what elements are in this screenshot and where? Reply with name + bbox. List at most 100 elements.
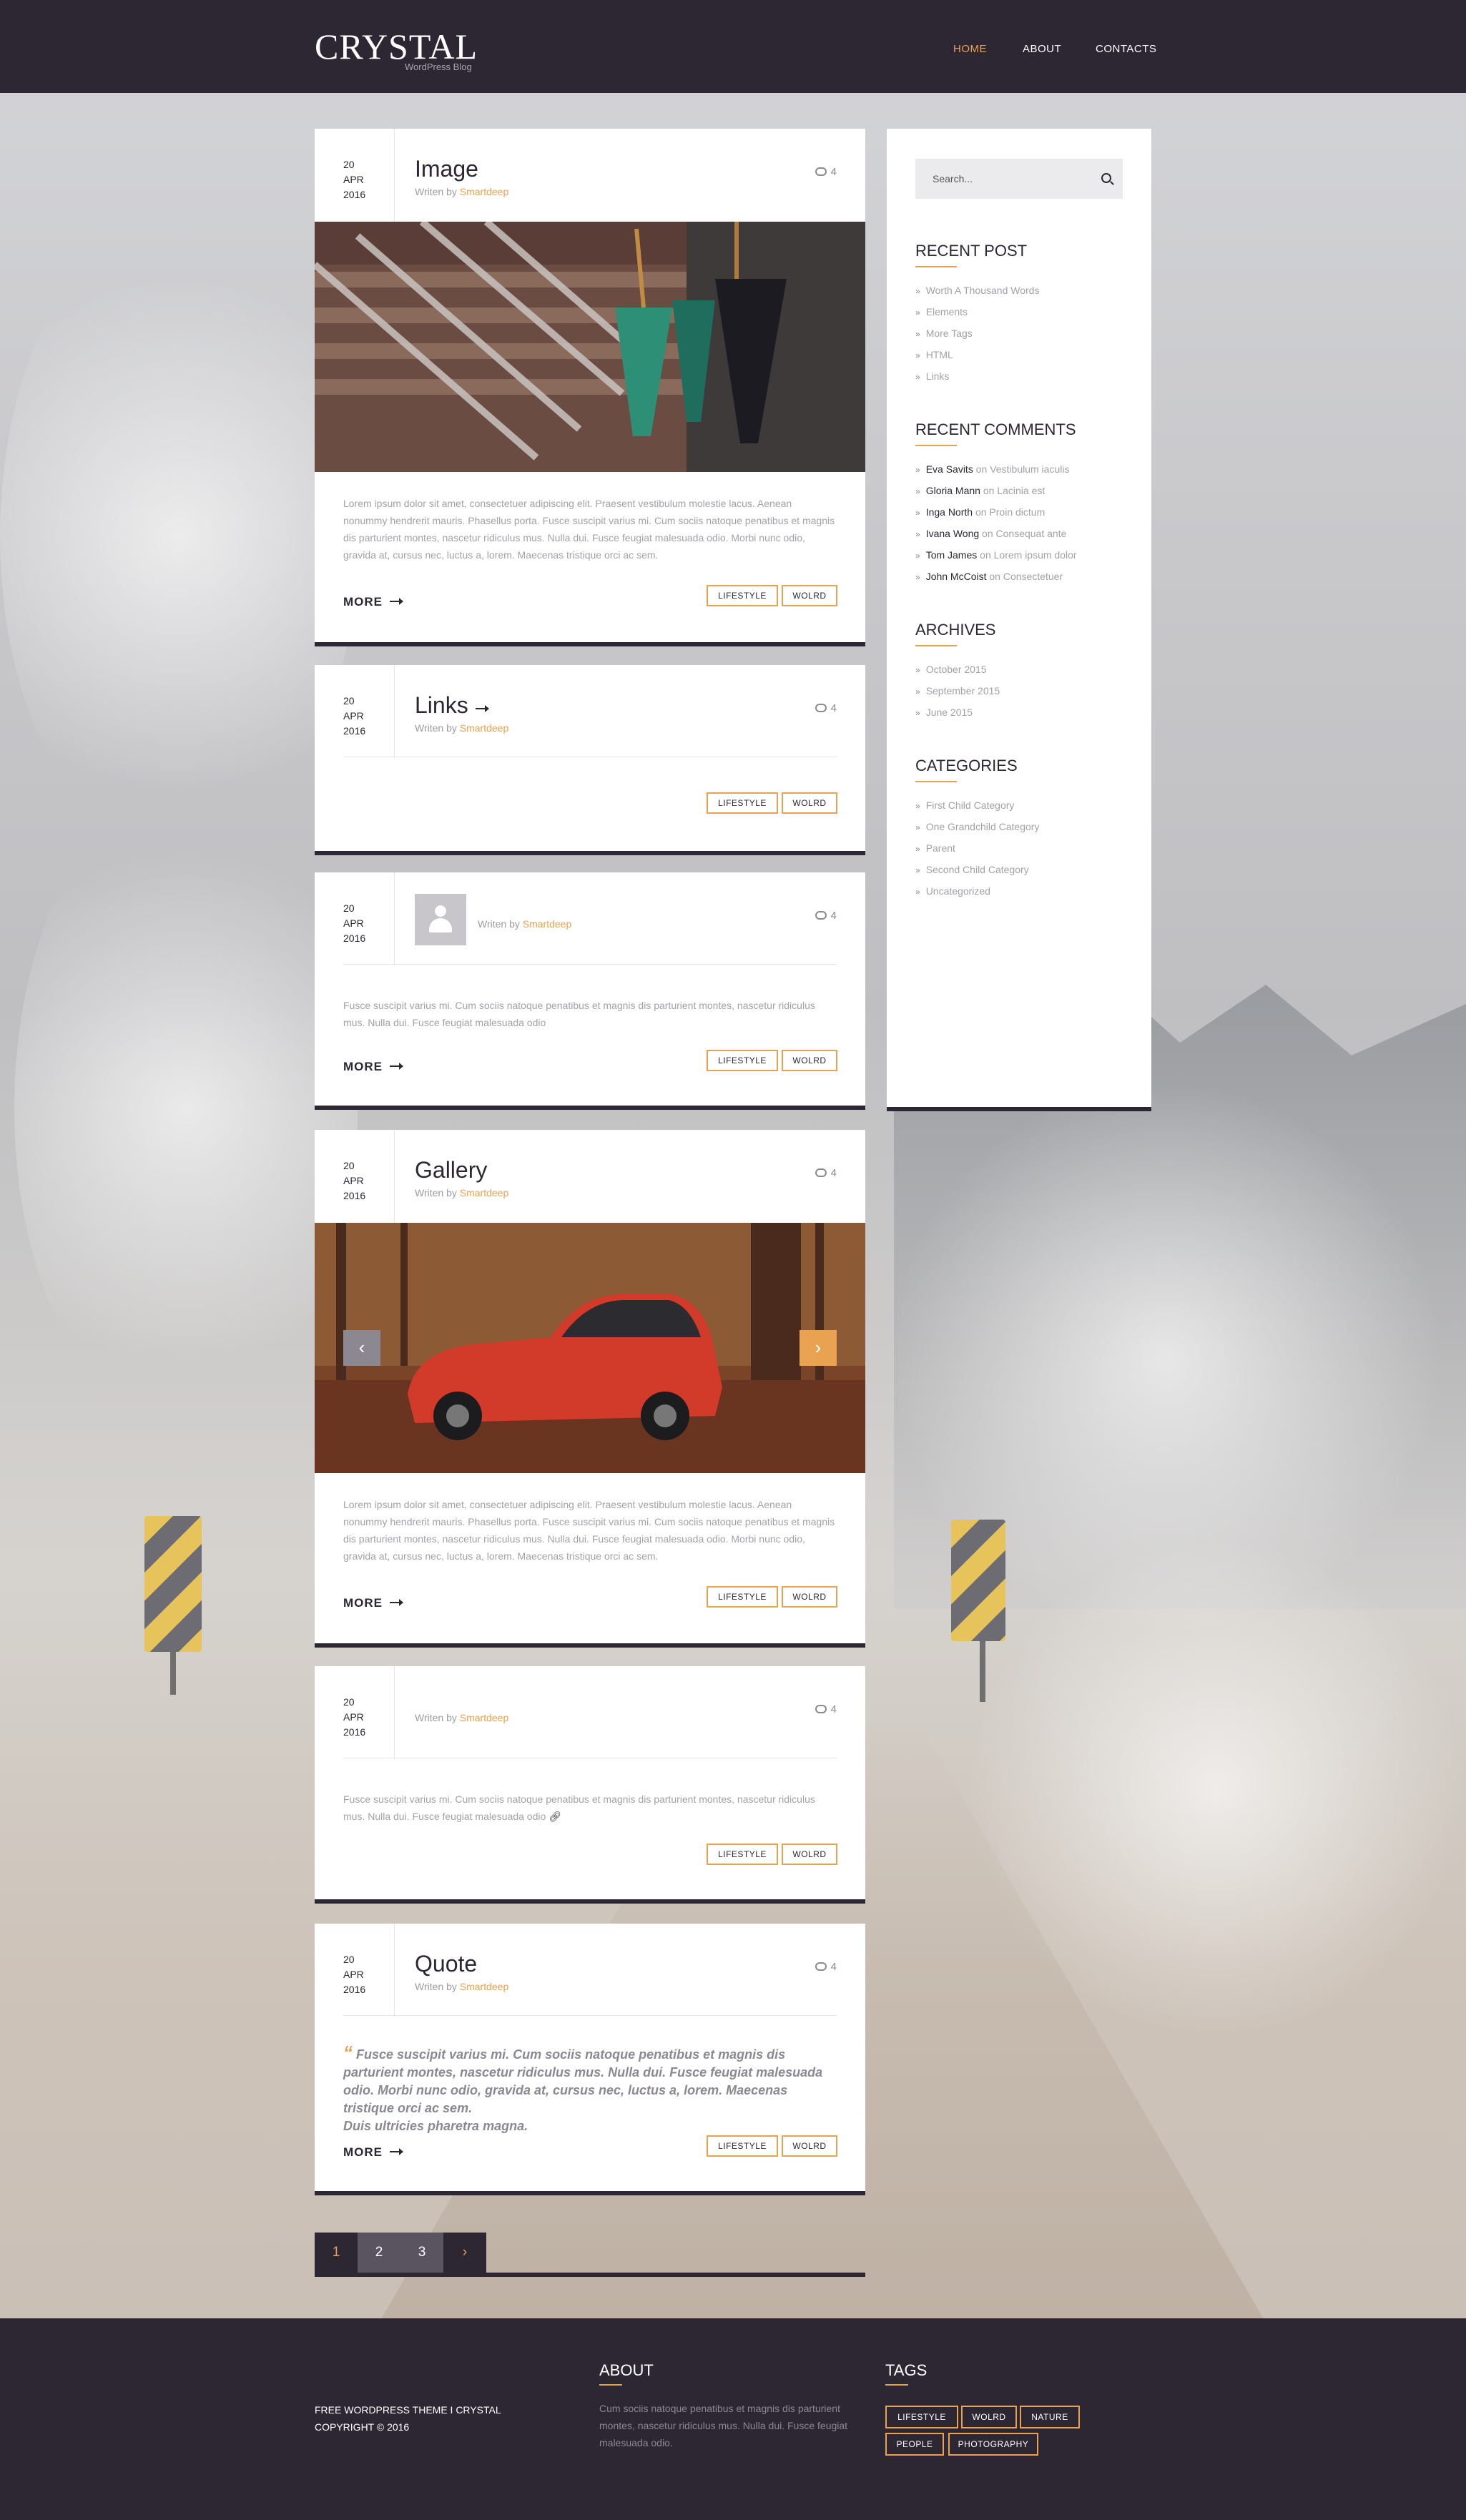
recent-comment-item[interactable]: » Eva Savits on Vestibulum iaculis — [915, 463, 1069, 475]
comment-icon — [815, 704, 827, 712]
chevron-right-icon: » — [915, 486, 920, 496]
post-title[interactable]: Links — [415, 692, 489, 719]
category-item[interactable]: » First Child Category — [915, 799, 1014, 811]
comment-count[interactable]: 4 — [815, 1703, 837, 1716]
recent-comment-item[interactable]: » Tom James on Lorem ipsum dolor — [915, 549, 1077, 561]
recent-post-item[interactable]: » More Tags — [915, 328, 973, 339]
footer-tag-lifestyle[interactable]: LIFESTYLE — [885, 2406, 958, 2428]
chevron-right-icon: » — [915, 329, 920, 339]
recent-post-item[interactable]: » Links — [915, 370, 949, 382]
gallery-prev-button[interactable]: ‹ — [343, 1330, 380, 1366]
comment-count[interactable]: 4 — [815, 702, 837, 714]
sidebar: Search... RECENT POST » Worth A Thousand … — [887, 129, 1151, 1111]
widget-underline — [915, 445, 957, 446]
footer-tag-nature[interactable]: NATURE — [1020, 2406, 1080, 2428]
search-icon[interactable] — [1101, 173, 1111, 183]
comment-count[interactable]: 4 — [815, 166, 837, 178]
chevron-right-icon: » — [915, 887, 920, 897]
pagination-page-3[interactable]: 3 — [400, 2233, 443, 2273]
comment-icon — [815, 1705, 827, 1713]
pagination-next[interactable]: › — [443, 2233, 486, 2273]
post-title[interactable]: Quote — [415, 1951, 477, 1977]
post-card-links: 20 APR 2016 Links Writen by Smartdeep 4 LI… — [315, 665, 865, 855]
tag-lifestyle[interactable]: LIFESTYLE — [707, 792, 778, 814]
comment-icon — [815, 911, 827, 920]
nav-about[interactable]: ABOUT — [1023, 43, 1061, 55]
recent-post-item[interactable]: » HTML — [915, 349, 953, 360]
post-author-link[interactable]: Smartdeep — [460, 1187, 508, 1199]
widget-title-recent-comments: RECENT COMMENTS — [915, 420, 1076, 438]
category-item[interactable]: » Second Child Category — [915, 864, 1029, 875]
more-link[interactable]: MORE — [343, 1060, 403, 1074]
category-item[interactable]: » Uncategorized — [915, 885, 990, 897]
tag-wolrd[interactable]: WOLRD — [782, 792, 837, 814]
post-author-link[interactable]: Smartdeep — [460, 1712, 508, 1723]
recent-comment-item[interactable]: » Inga North on Proin dictum — [915, 506, 1045, 518]
gallery-slider[interactable]: ‹ › — [315, 1223, 865, 1473]
recent-comment-item[interactable]: » John McCoist on Consectetuer — [915, 571, 1063, 582]
chevron-right-icon: » — [915, 529, 920, 539]
pagination-page-1[interactable]: 1 — [315, 2233, 358, 2273]
comment-count[interactable]: 4 — [815, 1961, 837, 1973]
chevron-right-icon: » — [915, 865, 920, 875]
nav-home[interactable]: HOME — [953, 43, 987, 55]
more-link[interactable]: MORE — [343, 595, 403, 609]
archive-item[interactable]: » September 2015 — [915, 685, 1000, 697]
comment-count[interactable]: 4 — [815, 910, 837, 922]
comment-icon — [815, 167, 827, 176]
tag-wolrd[interactable]: WOLRD — [782, 1844, 837, 1865]
tag-wolrd[interactable]: WOLRD — [782, 2135, 837, 2157]
post-year: 2016 — [343, 189, 366, 200]
recent-post-item[interactable]: » Elements — [915, 306, 968, 318]
post-title[interactable]: Gallery — [415, 1157, 487, 1183]
post-card-image: 20 APR 2016 Image Writen by Smartdeep 4 Lo… — [312, 129, 865, 646]
post-quote: “ Fusce suscipit varius mi. Cum sociis n… — [343, 2042, 823, 2133]
category-item[interactable]: » One Grandchild Category — [915, 821, 1039, 832]
gallery-next-button[interactable]: › — [800, 1330, 837, 1366]
more-link[interactable]: MORE — [343, 2145, 403, 2160]
post-excerpt: Fusce suscipit varius mi. Cum sociis nat… — [343, 1793, 815, 1822]
post-author-link[interactable]: Smartdeep — [523, 918, 571, 930]
recent-comment-item[interactable]: » Ivana Wong on Consequat ante — [915, 528, 1066, 539]
category-item[interactable]: » Parent — [915, 842, 955, 854]
archive-item[interactable]: » June 2015 — [915, 707, 973, 718]
link-icon[interactable]: 🔗︎ — [548, 1811, 561, 1822]
tag-wolrd[interactable]: WOLRD — [782, 1050, 837, 1071]
site-footer: FREE WORDPRESS THEME I CRYSTAL COPYRIGHT … — [0, 2318, 1466, 2520]
tag-wolrd[interactable]: WOLRD — [782, 585, 837, 606]
arrow-right-icon — [390, 598, 403, 605]
tag-lifestyle[interactable]: LIFESTYLE — [707, 2135, 778, 2157]
post-image-umbrellas[interactable] — [312, 219, 865, 472]
widget-underline — [915, 645, 957, 646]
chevron-right-icon: » — [915, 465, 920, 475]
chevron-right-icon: » — [915, 844, 920, 854]
widget-underline — [915, 266, 957, 267]
archive-item[interactable]: » October 2015 — [915, 664, 987, 675]
comment-count[interactable]: 4 — [815, 1167, 837, 1179]
avatar[interactable] — [415, 894, 466, 945]
tag-lifestyle[interactable]: LIFESTYLE — [707, 1586, 778, 1608]
tag-lifestyle[interactable]: LIFESTYLE — [707, 585, 778, 606]
footer-underline — [885, 2384, 908, 2386]
more-link[interactable]: MORE — [343, 1596, 403, 1610]
comment-icon — [815, 1168, 827, 1177]
chevron-right-icon: » — [915, 708, 920, 718]
tag-wolrd[interactable]: WOLRD — [782, 1586, 837, 1608]
post-title[interactable]: Image — [415, 156, 478, 182]
tag-lifestyle[interactable]: LIFESTYLE — [707, 1844, 778, 1865]
recent-comment-item[interactable]: » Gloria Mann on Lacinia est — [915, 485, 1045, 496]
footer-tag-wolrd[interactable]: WOLRD — [961, 2406, 1017, 2428]
post-author-link[interactable]: Smartdeep — [460, 722, 508, 734]
post-author-link[interactable]: Smartdeep — [460, 186, 508, 197]
search-input[interactable]: Search... — [915, 159, 1123, 199]
divider — [343, 2015, 837, 2016]
nav-contacts[interactable]: CONTACTS — [1096, 43, 1156, 55]
tag-lifestyle[interactable]: LIFESTYLE — [707, 1050, 778, 1071]
recent-post-item[interactable]: » Worth A Thousand Words — [915, 285, 1039, 296]
footer-tag-photography[interactable]: PHOTOGRAPHY — [948, 2433, 1038, 2456]
post-author-link[interactable]: Smartdeep — [460, 1981, 508, 1992]
pagination-page-2[interactable]: 2 — [358, 2233, 400, 2273]
post-card-gallery: 20 APR 2016 Gallery Writen by Smartdeep 4 … — [315, 1130, 865, 1648]
footer-tag-people[interactable]: PEOPLE — [885, 2433, 944, 2456]
post-date: 20 APR 2016 — [315, 1666, 395, 1759]
